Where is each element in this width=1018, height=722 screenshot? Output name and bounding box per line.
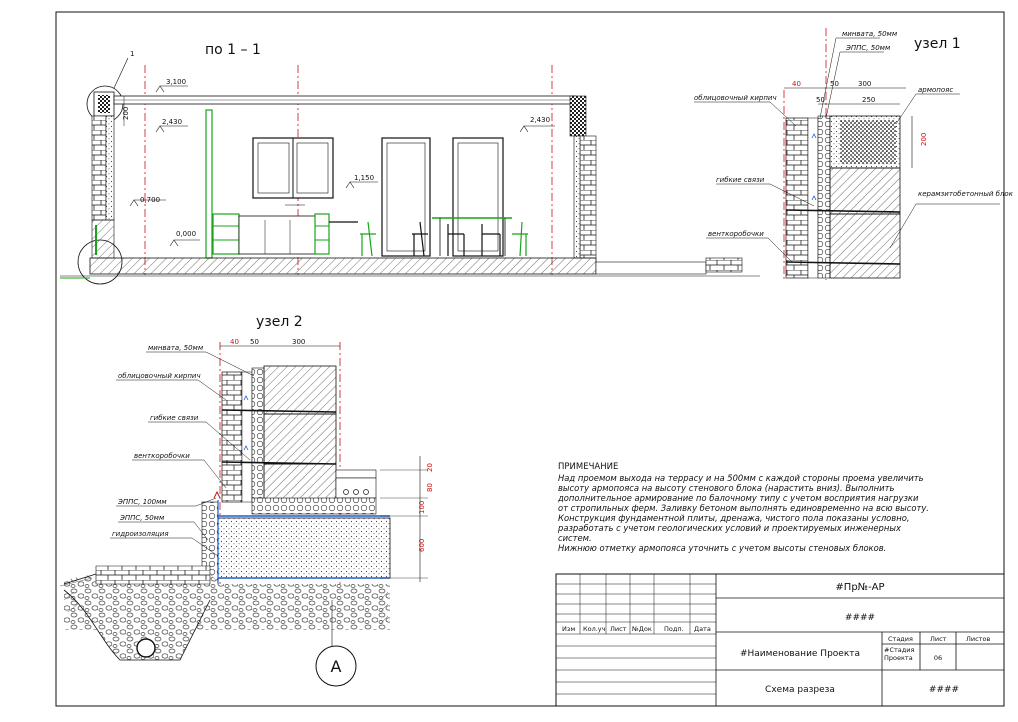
svg-text:Изм: Изм bbox=[562, 625, 575, 633]
stage-value: #Стадия Проекта bbox=[884, 646, 914, 662]
svg-text:100: 100 bbox=[418, 501, 426, 514]
sheet-number: 06 bbox=[934, 654, 942, 662]
svg-text:Лист: Лист bbox=[930, 635, 947, 643]
notes: ПРИМЕЧАНИЕ Над проемом выхода на террасу… bbox=[557, 462, 929, 553]
svg-text:200: 200 bbox=[122, 107, 130, 120]
svg-text:гибкие связи: гибкие связи bbox=[716, 176, 765, 184]
svg-text:систем.: систем. bbox=[558, 533, 592, 543]
svg-text:250: 250 bbox=[862, 96, 875, 104]
svg-text:0,000: 0,000 bbox=[176, 230, 196, 238]
svg-text:венткоробочки: венткоробочки bbox=[134, 452, 190, 460]
callout-number: 1 bbox=[130, 50, 134, 58]
svg-text:облицовочный кирпич: облицовочный кирпич bbox=[694, 94, 777, 102]
svg-text:Лист: Лист bbox=[610, 625, 627, 633]
drawing-sheet: по 1 – 1 1 3,100 2,430 2,430 1,150 0,700… bbox=[0, 0, 1018, 718]
svg-text:600: 600 bbox=[418, 539, 426, 552]
project-code: #Пр№-АР bbox=[835, 582, 884, 593]
svg-text:80: 80 bbox=[426, 483, 434, 492]
svg-text:Конструкция фундаментной плиты: Конструкция фундаментной плиты, дренажа,… bbox=[558, 513, 910, 523]
svg-text:облицовочный кирпич: облицовочный кирпич bbox=[118, 372, 201, 380]
drawing-canvas: по 1 – 1 1 3,100 2,430 2,430 1,150 0,700… bbox=[55, 11, 1014, 707]
svg-text:20: 20 bbox=[426, 463, 434, 472]
svg-text:дополнительное армирование по: дополнительное армирование по балочному … bbox=[557, 493, 919, 503]
drawing-name: Схема разреза bbox=[765, 685, 835, 695]
svg-text:200: 200 bbox=[920, 133, 928, 146]
svg-text:армопояс: армопояс bbox=[918, 86, 953, 94]
svg-text:50: 50 bbox=[250, 338, 259, 346]
svg-text:гидроизоляция: гидроизоляция bbox=[112, 530, 169, 538]
svg-text:2,430: 2,430 bbox=[162, 118, 182, 126]
svg-text:40: 40 bbox=[792, 80, 801, 88]
svg-text:Нижнюю отметку армопояса уточн: Нижнюю отметку армопояса уточнить с учет… bbox=[558, 543, 886, 553]
svg-text:гибкие связи: гибкие связи bbox=[150, 414, 199, 422]
svg-text:ЭППС, 100мм: ЭППС, 100мм bbox=[117, 498, 167, 506]
svg-text:ЭППС, 50мм: ЭППС, 50мм bbox=[845, 44, 891, 52]
section-1-1: по 1 – 1 1 3,100 2,430 2,430 1,150 0,700… bbox=[60, 42, 760, 285]
svg-text:0,700: 0,700 bbox=[140, 196, 160, 204]
svg-text:ЭППС, 50мм: ЭППС, 50мм bbox=[119, 514, 165, 522]
svg-text:Кол.уч: Кол.уч bbox=[583, 625, 606, 633]
svg-text:№Док: №Док bbox=[631, 625, 652, 633]
svg-text:Листов: Листов bbox=[966, 635, 990, 643]
svg-text:Подп.: Подп. bbox=[664, 625, 684, 633]
svg-text:высоту армопояса на высоту сте: высоту армопояса на высоту стенового бло… bbox=[558, 483, 894, 493]
notes-heading: ПРИМЕЧАНИЕ bbox=[558, 462, 618, 472]
section-title: по 1 – 1 bbox=[205, 42, 261, 58]
project-name: #Наименование Проекта bbox=[740, 649, 860, 659]
svg-text:####: #### bbox=[845, 613, 875, 623]
svg-text:от стропильных ферм. Заливку б: от стропильных ферм. Заливку бетоном вып… bbox=[558, 503, 929, 513]
axis-label: А bbox=[331, 657, 342, 676]
svg-text:Над проемом выхода на террасу: Над проемом выхода на террасу и на 500мм… bbox=[558, 473, 924, 483]
svg-text:Дата: Дата bbox=[694, 625, 711, 633]
node1-title: узел 1 bbox=[914, 36, 961, 52]
title-block: Изм Кол.уч Лист №Док Подп. Дата #Пр№-АР … bbox=[555, 573, 1005, 707]
svg-text:минвата, 50мм: минвата, 50мм bbox=[842, 30, 898, 38]
svg-text:40: 40 bbox=[230, 338, 239, 346]
svg-text:минвата, 50мм: минвата, 50мм bbox=[148, 344, 204, 352]
svg-text:2,430: 2,430 bbox=[530, 116, 550, 124]
svg-text:3,100: 3,100 bbox=[166, 78, 186, 86]
svg-text:венткоробочки: венткоробочки bbox=[708, 230, 764, 238]
svg-text:300: 300 bbox=[292, 338, 305, 346]
svg-text:разработать с учетом геологиче: разработать с учетом геологических услов… bbox=[557, 523, 902, 533]
node-2: узел 2 40 50 300 А 20 80 100 600 минвата… bbox=[59, 314, 434, 687]
node-1: узел 1 40 50 300 50 250 200 минвата, 50м… bbox=[694, 28, 1014, 280]
svg-text:Стадия: Стадия bbox=[888, 635, 913, 643]
node2-title: узел 2 bbox=[256, 314, 303, 330]
svg-text:1,150: 1,150 bbox=[354, 174, 374, 182]
svg-text:300: 300 bbox=[858, 80, 871, 88]
svg-text:керамзитобетонный блок: керамзитобетонный блок bbox=[918, 190, 1014, 198]
svg-text:50: 50 bbox=[830, 80, 839, 88]
svg-text:####: #### bbox=[929, 685, 959, 695]
